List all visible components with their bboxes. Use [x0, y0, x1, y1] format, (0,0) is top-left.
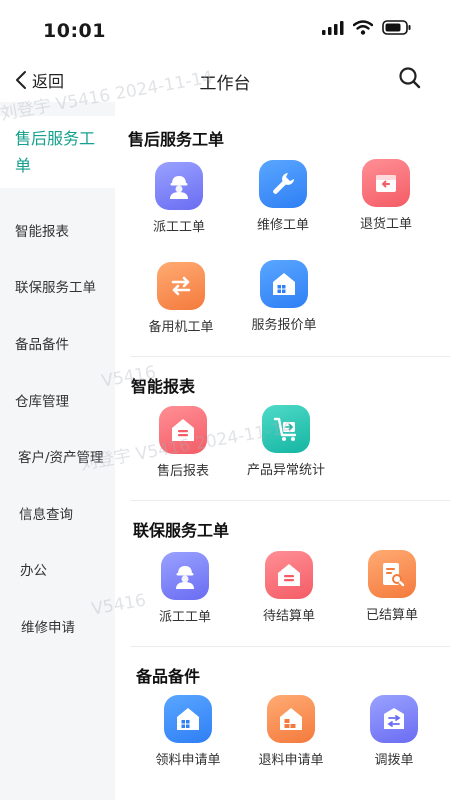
house-icon: [260, 260, 308, 308]
sidebar-item-customer-assets[interactable]: 客户/资产管理: [0, 446, 115, 466]
tile-label: 退货工单: [359, 217, 412, 232]
tile-return-order[interactable]: 退货工单: [336, 159, 436, 232]
sidebar-item-label: 客户/资产管理: [18, 450, 104, 466]
section-divider: [130, 500, 450, 501]
sidebar: 售后服务工单 智能报表 联保服务工单 备品备件 仓库管理 客户/资产管理 信息查…: [0, 102, 115, 800]
tile-label: 待结算单: [262, 609, 315, 624]
tile-label: 领料申请单: [155, 753, 221, 768]
tile-dispatch-order[interactable]: 派工工单: [129, 162, 229, 235]
signal-icon: [322, 20, 344, 35]
section-divider: [130, 646, 450, 647]
search-icon[interactable]: [397, 65, 423, 91]
sidebar-item-after-sales[interactable]: 售后服务工单: [0, 116, 115, 188]
warehouse-icon: [267, 695, 315, 743]
tile-label: 备用机工单: [148, 320, 214, 335]
tile-label: 售后报表: [156, 464, 209, 479]
section-title-warranty-orders: 联保服务工单: [133, 521, 230, 540]
sidebar-item-label: 仓库管理: [15, 394, 69, 410]
swap-icon: [157, 262, 205, 310]
return-box-icon: [362, 159, 410, 207]
battery-icon: [382, 20, 411, 35]
tile-label: 调拨单: [374, 753, 414, 768]
sidebar-item-label: 信息查询: [19, 507, 73, 523]
sidebar-item-repair-request[interactable]: 维修申请: [0, 616, 115, 636]
status-bar: 10:01: [0, 0, 450, 60]
wifi-icon: [353, 20, 373, 35]
tile-service-quote[interactable]: 服务报价单: [234, 260, 334, 333]
sidebar-item-office[interactable]: 办公: [0, 559, 115, 579]
page-title: 工作台: [199, 74, 251, 94]
tile-material-return-request[interactable]: 退料申请单: [241, 695, 341, 768]
sidebar-item-label: 售后服务工单: [15, 129, 96, 175]
tile-label: 已结算单: [365, 608, 418, 623]
sidebar-item-smart-reports[interactable]: 智能报表: [0, 220, 115, 240]
tile-transfer-order[interactable]: 调拨单: [344, 695, 444, 768]
house-icon: [164, 695, 212, 743]
doc-search-icon: [368, 550, 416, 598]
tile-material-request[interactable]: 领料申请单: [138, 695, 238, 768]
tile-label: 退料申请单: [258, 753, 324, 768]
transfer-icon: [370, 695, 418, 743]
tile-pending-settlement[interactable]: 待结算单: [239, 551, 339, 624]
worker-icon: [161, 552, 209, 600]
tile-settled[interactable]: 已结算单: [342, 550, 442, 623]
section-divider: [130, 356, 450, 357]
tile-after-sales-report[interactable]: 售后报表: [133, 406, 233, 479]
worker-icon: [155, 162, 203, 210]
tile-warranty-dispatch-order[interactable]: 派工工单: [135, 552, 235, 625]
tile-label: 产品异常统计: [246, 463, 325, 478]
report-house-icon: [265, 551, 313, 599]
sidebar-item-info-query[interactable]: 信息查询: [0, 503, 115, 523]
wrench-icon: [259, 160, 307, 208]
section-title-spare-parts: 备品备件: [136, 667, 201, 686]
section-title-after-sales: 售后服务工单: [128, 130, 225, 149]
tile-repair-order[interactable]: 维修工单: [233, 160, 333, 233]
cart-icon: [262, 405, 310, 453]
sidebar-item-label: 维修申请: [21, 620, 75, 636]
tile-spare-machine-order[interactable]: 备用机工单: [131, 262, 231, 335]
sidebar-item-label: 备品备件: [15, 337, 69, 353]
report-house-icon: [159, 406, 207, 454]
sidebar-item-spare-parts[interactable]: 备品备件: [0, 333, 115, 353]
status-icons: [322, 20, 412, 35]
sidebar-item-label: 办公: [20, 563, 47, 579]
section-title-smart-reports: 智能报表: [131, 377, 196, 396]
header: 返回 工作台: [0, 60, 450, 102]
tile-label: 派工工单: [152, 220, 205, 235]
tile-label: 派工工单: [158, 610, 211, 625]
sidebar-item-warehouse[interactable]: 仓库管理: [0, 390, 115, 410]
sidebar-item-label: 联保服务工单: [15, 280, 96, 296]
workbench-content: 售后服务工单 派工工单 维修工单 退货工单 备用机工单 服务报价单 智能报表 售…: [118, 102, 450, 800]
sidebar-item-warranty-orders[interactable]: 联保服务工单: [0, 276, 115, 296]
tile-label: 维修工单: [256, 218, 309, 233]
status-time: 10:01: [43, 20, 106, 42]
tile-product-anomaly-stats[interactable]: 产品异常统计: [236, 405, 336, 478]
tile-label: 服务报价单: [251, 318, 317, 333]
sidebar-item-label: 智能报表: [15, 224, 69, 240]
